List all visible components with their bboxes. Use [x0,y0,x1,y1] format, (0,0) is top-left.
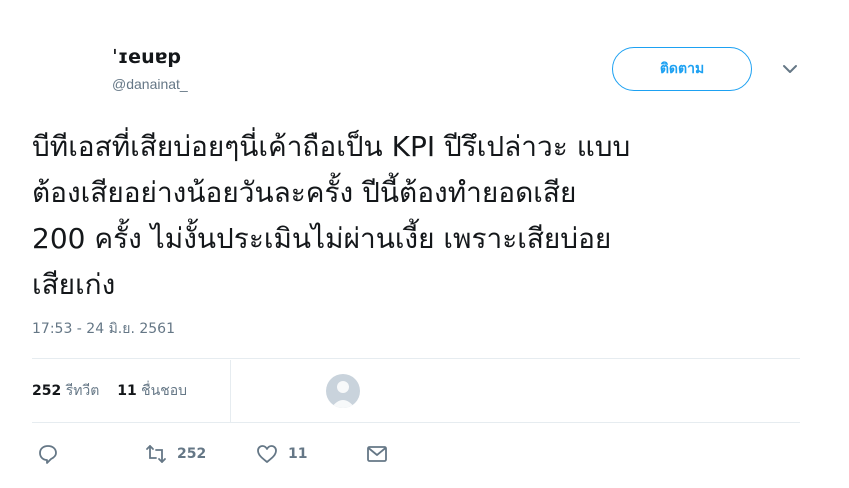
like-action-count: 11 [288,446,308,462]
heart-icon [257,445,277,463]
stats-divider [230,360,231,422]
like-label[interactable]: ชื่นชอบ [141,383,187,399]
tweet-stats: 252 รีทวีต 11 ชื่นชอบ [32,380,187,402]
follow-button[interactable]: ติดตาม [612,47,752,91]
profile-name[interactable]: ˈɪeuɐp [112,46,181,68]
like-count[interactable]: 11 [117,383,136,399]
reply-button[interactable] [37,443,59,465]
divider [32,358,800,359]
tweet-line: 200 ครั้ง ไม่งั้นประเมินไม่ผ่านเงี้ย เพร… [32,222,612,255]
profile-handle[interactable]: @danainat_ [112,76,188,92]
tweet-line: ต้องเสียอย่างน้อยวันละครั้ง ปีนี้ต้องทำย… [32,176,577,209]
tweet-line: เสียเก่ง [32,268,116,301]
retweet-count[interactable]: 252 [32,383,61,399]
chevron-down-icon[interactable] [781,60,799,78]
avatar[interactable] [326,374,360,408]
retweet-button[interactable]: 252 [145,443,206,465]
like-button[interactable]: 11 [256,443,307,465]
reply-icon [39,445,57,464]
tweet-text: บีทีเอสที่เสียบ่อยๆนี่เค้าถือเป็น KPI ปี… [32,124,822,308]
tweet-line: บีทีเอสที่เสียบ่อยๆนี่เค้าถือเป็น KPI ปี… [32,130,631,163]
tweet-timestamp[interactable]: 17:53 - 24 มิ.ย. 2561 [32,318,175,340]
retweet-action-count: 252 [177,446,207,462]
retweet-label[interactable]: รีทวีต [66,383,100,399]
mail-icon [367,446,387,462]
direct-message-button[interactable] [366,443,388,465]
divider [32,422,800,423]
retweet-icon [146,445,166,463]
